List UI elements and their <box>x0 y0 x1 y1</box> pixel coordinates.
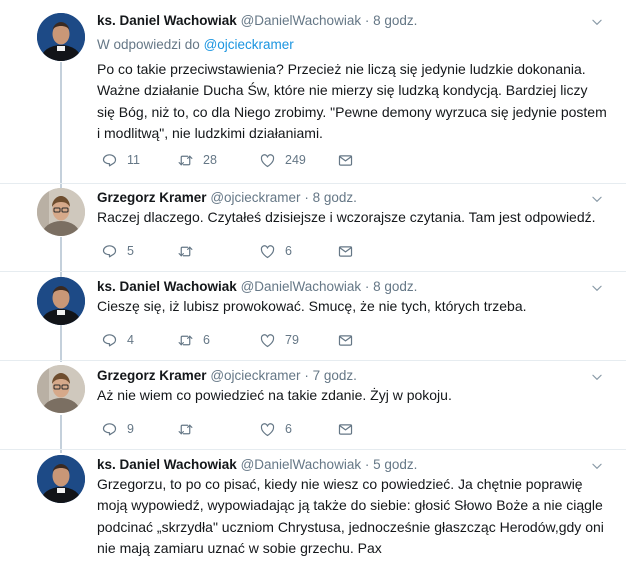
separator-dot: · <box>304 368 309 383</box>
reply-button[interactable]: 11 <box>101 150 140 170</box>
timestamp[interactable]: 8 godz. <box>373 279 417 294</box>
avatar[interactable] <box>37 455 85 503</box>
reply-prefix: W odpowiedzi do <box>97 37 200 52</box>
retweet-icon <box>177 421 194 438</box>
tweet-text: Raczej dlaczego. Czytałeś dzisiejsze i w… <box>97 209 596 225</box>
tweet-header: Grzegorz Kramer @ojcieckramer · 8 godz. <box>97 190 357 205</box>
envelope-icon <box>337 243 354 260</box>
reply-icon <box>101 243 118 260</box>
author-name[interactable]: ks. Daniel Wachowiak <box>97 457 237 472</box>
retweet-icon <box>177 332 194 349</box>
author-handle[interactable]: @DanielWachowiak <box>241 279 362 294</box>
reply-handle-link[interactable]: @ojcieckramer <box>204 37 294 52</box>
direct-message-button[interactable] <box>337 330 354 350</box>
reply-context: W odpowiedzi do @ojcieckramer <box>97 37 294 52</box>
author-handle[interactable]: @ojcieckramer <box>210 190 300 205</box>
tweet-4[interactable]: Grzegorz Kramer @ojcieckramer · 7 godz. … <box>0 361 626 449</box>
reply-icon <box>101 152 118 169</box>
tweet-header: ks. Daniel Wachowiak @DanielWachowiak · … <box>97 13 417 28</box>
reply-button[interactable]: 5 <box>101 241 134 261</box>
tweet-text: Po co takie przeciwstawienia? Przecież n… <box>97 61 607 141</box>
reply-icon <box>101 421 118 438</box>
author-handle[interactable]: @DanielWachowiak <box>241 457 362 472</box>
reply-icon <box>101 332 118 349</box>
separator-dot: · <box>364 457 370 472</box>
author-name[interactable]: Grzegorz Kramer <box>97 190 207 205</box>
tweet-1[interactable]: ks. Daniel Wachowiak @DanielWachowiak · … <box>0 0 626 183</box>
avatar[interactable] <box>37 188 85 236</box>
envelope-icon <box>337 332 354 349</box>
retweet-count: 6 <box>203 333 210 347</box>
heart-icon <box>259 421 276 438</box>
retweet-button[interactable]: 28 <box>177 150 217 170</box>
envelope-icon <box>337 421 354 438</box>
like-button[interactable]: 249 <box>259 150 306 170</box>
timestamp[interactable]: 8 godz. <box>373 13 417 28</box>
like-button[interactable]: 6 <box>259 241 292 261</box>
tweet-header: Grzegorz Kramer @ojcieckramer · 7 godz. <box>97 368 357 383</box>
like-count: 249 <box>285 153 306 167</box>
reply-count: 11 <box>127 153 140 167</box>
chevron-down-icon[interactable] <box>590 192 604 206</box>
retweet-count: 28 <box>203 153 217 167</box>
tweet-2[interactable]: Grzegorz Kramer @ojcieckramer · 8 godz. … <box>0 184 626 271</box>
tweet-header: ks. Daniel Wachowiak @DanielWachowiak · … <box>97 279 417 294</box>
author-name[interactable]: Grzegorz Kramer <box>97 368 207 383</box>
like-count: 79 <box>285 333 299 347</box>
reply-button[interactable]: 4 <box>101 330 134 350</box>
retweet-icon <box>177 243 194 260</box>
reply-count: 5 <box>127 244 134 258</box>
direct-message-button[interactable] <box>337 150 354 170</box>
separator-dot: · <box>304 190 309 205</box>
like-count: 6 <box>285 244 292 258</box>
author-name[interactable]: ks. Daniel Wachowiak <box>97 13 237 28</box>
reply-count: 9 <box>127 422 134 436</box>
author-handle[interactable]: @ojcieckramer <box>210 368 300 383</box>
heart-icon <box>259 152 276 169</box>
tweet-header: ks. Daniel Wachowiak @DanielWachowiak · … <box>97 457 417 472</box>
heart-icon <box>259 243 276 260</box>
avatar[interactable] <box>37 277 85 325</box>
avatar[interactable] <box>37 365 85 413</box>
avatar[interactable] <box>37 13 85 61</box>
author-name[interactable]: ks. Daniel Wachowiak <box>97 279 237 294</box>
reply-count: 4 <box>127 333 134 347</box>
like-button[interactable]: 6 <box>259 419 292 439</box>
author-handle[interactable]: @DanielWachowiak <box>241 13 362 28</box>
retweet-icon <box>177 152 194 169</box>
timestamp[interactable]: 7 godz. <box>313 368 357 383</box>
tweet-text: Aż nie wiem co powiedzieć na takie zdani… <box>97 387 452 403</box>
reply-button[interactable]: 9 <box>101 419 134 439</box>
timestamp[interactable]: 5 godz. <box>373 457 417 472</box>
chevron-down-icon[interactable] <box>590 15 604 29</box>
chevron-down-icon[interactable] <box>590 370 604 384</box>
like-count: 6 <box>285 422 292 436</box>
direct-message-button[interactable] <box>337 241 354 261</box>
chevron-down-icon[interactable] <box>590 281 604 295</box>
separator-dot: · <box>364 279 370 294</box>
retweet-button[interactable] <box>177 241 194 261</box>
retweet-button[interactable] <box>177 419 194 439</box>
tweet-5[interactable]: ks. Daniel Wachowiak @DanielWachowiak · … <box>0 450 626 564</box>
tweet-text: Cieszę się, iż lubisz prowokować. Smucę,… <box>97 298 527 314</box>
timestamp[interactable]: 8 godz. <box>313 190 357 205</box>
heart-icon <box>259 332 276 349</box>
tweet-3[interactable]: ks. Daniel Wachowiak @DanielWachowiak · … <box>0 272 626 360</box>
retweet-button[interactable]: 6 <box>177 330 210 350</box>
separator-dot: · <box>364 13 370 28</box>
tweet-text: Grzegorzu, to po co pisać, kiedy nie wie… <box>97 476 604 556</box>
direct-message-button[interactable] <box>337 419 354 439</box>
like-button[interactable]: 79 <box>259 330 299 350</box>
chevron-down-icon[interactable] <box>590 459 604 473</box>
envelope-icon <box>337 152 354 169</box>
